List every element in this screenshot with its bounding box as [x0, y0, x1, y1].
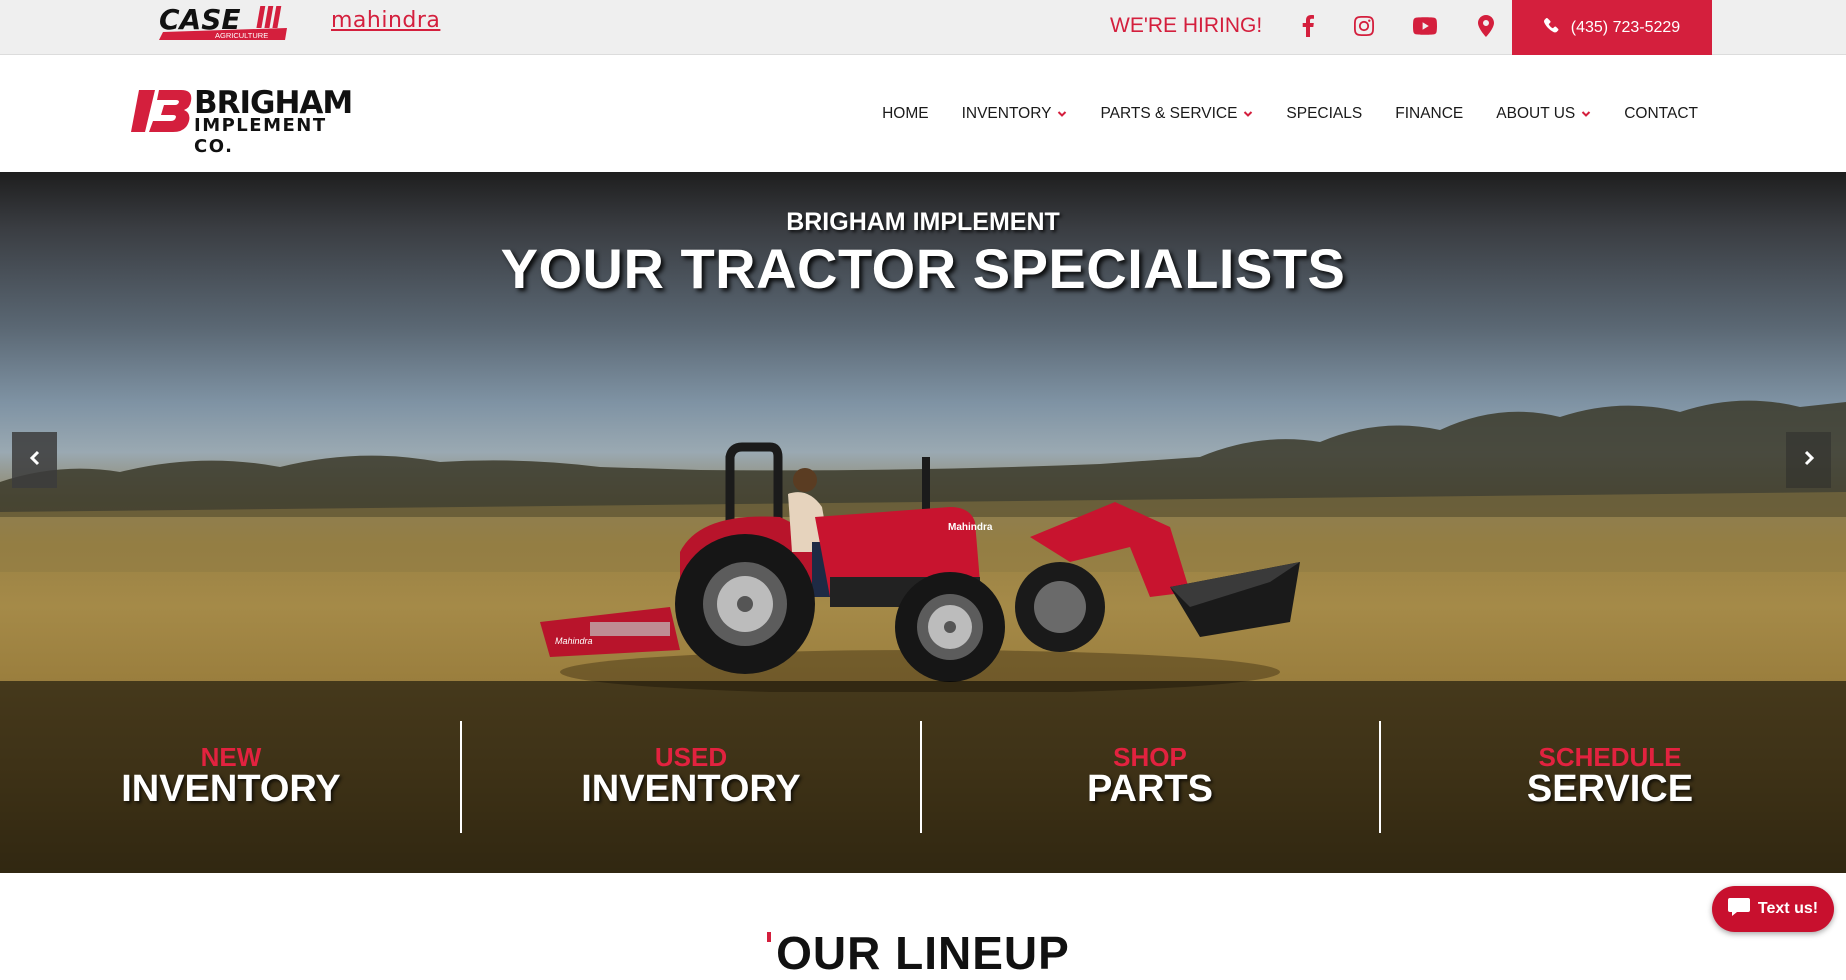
facebook-icon[interactable] — [1294, 12, 1322, 40]
chevron-right-icon — [1802, 449, 1816, 472]
instagram-icon[interactable] — [1350, 12, 1378, 40]
svg-text:AGRICULTURE: AGRICULTURE — [215, 31, 268, 40]
main-header: BRIGHAM IMPLEMENT CO. HOME INVENTORY PAR… — [0, 55, 1846, 172]
nav-parts-service[interactable]: PARTS & SERVICE — [1100, 105, 1253, 123]
nav-home[interactable]: HOME — [882, 105, 929, 123]
nav-contact[interactable]: CONTACT — [1624, 105, 1698, 123]
phone-icon — [1543, 17, 1559, 38]
chevron-down-icon — [1243, 109, 1253, 119]
chevron-down-icon — [1057, 109, 1067, 119]
new-inventory-link[interactable]: NEW INVENTORY — [1, 721, 461, 833]
cta-label: SERVICE — [1526, 768, 1694, 811]
text-us-button[interactable]: Text us! — [1712, 886, 1834, 932]
schedule-service-link[interactable]: SCHEDULE SERVICE — [1380, 721, 1840, 833]
nav-inventory[interactable]: INVENTORY — [962, 105, 1068, 123]
nav-finance[interactable]: FINANCE — [1395, 105, 1463, 123]
carousel-next-button[interactable] — [1786, 432, 1831, 488]
carousel-prev-button[interactable] — [12, 432, 57, 488]
cta-kicker: USED — [654, 742, 728, 773]
chat-bubble-icon — [1727, 897, 1750, 922]
chevron-left-icon — [28, 449, 42, 472]
cta-kicker: SCHEDULE — [1538, 742, 1682, 773]
top-bar: CASE AGRICULTURE mahindra WE'RE HIRING! … — [0, 0, 1846, 55]
hero-title: YOUR TRACTOR SPECIALISTS — [500, 237, 1346, 300]
hero-carousel: BRIGHAM IMPLEMENT YOUR TRACTOR SPECIALIS… — [0, 172, 1846, 873]
svg-text:Mahindra: Mahindra — [555, 636, 593, 646]
phone-button[interactable]: (435) 723-5229 — [1512, 0, 1712, 55]
case-ih-logo[interactable]: CASE AGRICULTURE — [157, 2, 289, 40]
nav-about-us[interactable]: ABOUT US — [1496, 105, 1591, 123]
brand-subname: IMPLEMENT CO. — [194, 115, 327, 157]
hero-subtitle: BRIGHAM IMPLEMENT — [786, 208, 1060, 236]
brigham-logo[interactable]: BRIGHAM IMPLEMENT CO. — [131, 85, 371, 157]
quick-links-strip: NEW INVENTORY USED INVENTORY SHOP PARTS … — [0, 681, 1846, 873]
nav-specials[interactable]: SPECIALS — [1286, 105, 1362, 123]
cta-label: INVENTORY — [121, 768, 341, 811]
cta-kicker: NEW — [200, 742, 262, 773]
text-us-label: Text us! — [1757, 900, 1819, 917]
cta-kicker: SHOP — [1113, 742, 1187, 773]
youtube-icon[interactable] — [1411, 12, 1439, 40]
cta-label: PARTS — [1087, 768, 1213, 811]
main-nav: HOME INVENTORY PARTS & SERVICE SPECIALS … — [849, 55, 1698, 172]
chevron-down-icon — [1581, 109, 1591, 119]
phone-number: (435) 723-5229 — [1570, 18, 1681, 36]
hiring-link[interactable]: WE'RE HIRING! — [1110, 14, 1262, 38]
shop-parts-link[interactable]: SHOP PARTS — [920, 721, 1380, 833]
svg-text:Mahindra: Mahindra — [948, 522, 993, 533]
brigham-b-mark — [131, 90, 192, 132]
map-pin-icon[interactable] — [1472, 12, 1500, 40]
mahindra-logo[interactable]: mahindra — [331, 8, 440, 33]
tractor-image: Mahindra Mahindra — [540, 442, 1300, 692]
cta-label: INVENTORY — [581, 768, 801, 811]
used-inventory-link[interactable]: USED INVENTORY — [461, 721, 921, 833]
section-heading: OUR LINEUP — [776, 927, 1070, 979]
